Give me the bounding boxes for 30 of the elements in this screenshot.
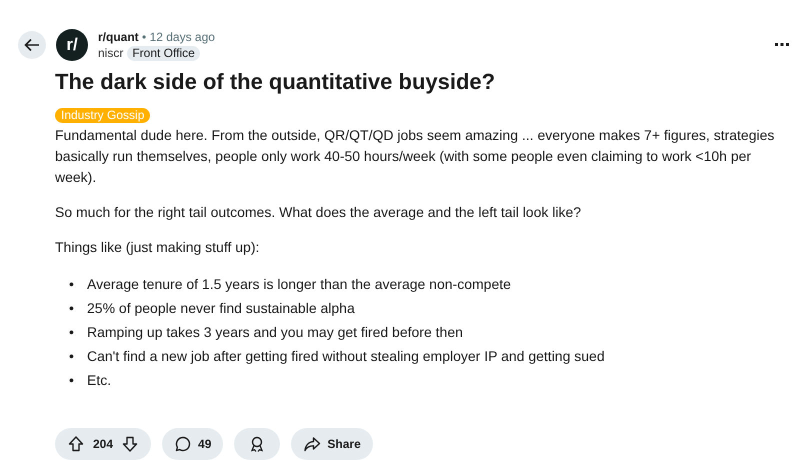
bullet-item: Average tenure of 1.5 years is longer than the average non-compete	[87, 275, 511, 294]
author-name[interactable]: niscr	[98, 46, 124, 60]
bullet-marker: •	[69, 323, 75, 342]
body-paragraph: Fundamental dude here. From the outside, QR/QT/QD jobs seem amazing ... everyone makes 7+ figures, strategies basically run themselves, people only work 40-50 hours/week (with some people even claiming to work <10h per week).	[55, 126, 776, 187]
share-button[interactable]: Share	[291, 428, 373, 460]
bullet-marker: •	[69, 275, 75, 294]
bullet-item: Can't find a new job after getting fired without stealing employer IP and getting sued	[87, 347, 605, 366]
speech-bubble-icon	[174, 435, 192, 453]
downvote-icon[interactable]	[121, 435, 140, 453]
body-paragraph: So much for the right tail outcomes. What does the average and the left tail look like?	[55, 203, 582, 222]
subreddit-name[interactable]: r/quant	[98, 30, 139, 44]
body-paragraph: Things like (just making stuff up):	[55, 238, 260, 257]
bullet-item: 25% of people never find sustainable alpha	[87, 299, 355, 318]
award-button[interactable]	[234, 428, 280, 460]
back-button[interactable]	[18, 31, 46, 59]
post-time: 12 days ago	[150, 30, 215, 44]
back-arrow-icon	[23, 36, 41, 54]
bullet-marker: •	[69, 371, 75, 390]
post-title: The dark side of the quantitative buyside?	[55, 69, 496, 95]
upvote-icon[interactable]	[67, 435, 85, 453]
share-arrow-icon	[303, 435, 322, 453]
bullet-item: Etc.	[87, 371, 112, 390]
comments-button[interactable]: 49	[162, 428, 224, 460]
subreddit-avatar[interactable]: r/	[56, 29, 88, 61]
user-flair: Front Office	[127, 46, 200, 60]
vote-count: 204	[92, 437, 114, 451]
bullet-marker: •	[69, 347, 75, 366]
separator-dot: •	[142, 30, 146, 44]
bullet-marker: •	[69, 299, 75, 318]
bullet-item: Ramping up takes 3 years and you may get fired before then	[87, 323, 463, 342]
